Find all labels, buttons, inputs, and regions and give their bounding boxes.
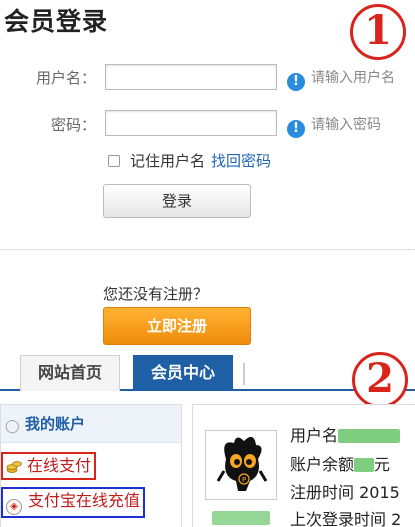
redacted-value	[338, 429, 401, 443]
sidebar-item-alipay-recharge[interactable]: ◈ 支付宝在线充值	[1, 487, 146, 518]
sidebar-item-label: 支付宝在线充值	[28, 491, 141, 510]
account-username-row: 用户名	[290, 422, 401, 446]
login-button[interactable]: 登录	[103, 184, 251, 218]
svg-text:P: P	[242, 476, 246, 484]
annotation-badge-1: 1	[350, 4, 406, 60]
account-register-time-value: 2015	[359, 483, 400, 502]
tab-separator	[243, 363, 245, 385]
account-register-time-label: 注册时间	[290, 483, 355, 502]
redacted-display-name	[212, 511, 270, 525]
remember-row: 记住用户名 找回密码	[108, 150, 271, 171]
account-username-label: 用户名	[290, 426, 339, 445]
account-last-login-value: 2	[391, 510, 402, 527]
no-account-text: 您还没有注册？	[103, 285, 209, 303]
password-label: 密码：	[50, 116, 96, 134]
account-balance-row: 账户余额元	[290, 451, 390, 475]
divider	[0, 249, 415, 250]
avatar-character-icon: P	[216, 436, 268, 491]
info-icon: !	[287, 73, 305, 91]
account-register-time-row: 注册时间 2015	[290, 479, 400, 503]
account-balance-label: 账户余额	[290, 455, 355, 474]
remember-label[interactable]: 记住用户名	[130, 152, 205, 170]
account-last-login-label: 上次登录时间	[290, 510, 387, 527]
sidebar-heading: ◯ 我的账户	[1, 405, 181, 443]
sidebar-heading-text: 我的账户	[25, 415, 86, 433]
remember-checkbox[interactable]	[108, 155, 120, 167]
username-label: 用户名：	[35, 69, 96, 87]
password-input[interactable]	[105, 110, 277, 136]
account-last-login-row: 上次登录时间 2	[290, 506, 401, 527]
person-icon: ◯	[5, 419, 20, 434]
page-title: 会员登录	[4, 7, 109, 36]
username-hint-text: 请输入用户名	[311, 70, 395, 86]
username-input[interactable]	[105, 64, 277, 90]
password-hint-text: 请输入密码	[311, 117, 381, 133]
tab-member-center[interactable]: 会员中心	[133, 355, 233, 391]
username-hint: ! 请输入用户名	[287, 67, 395, 91]
tab-home[interactable]: 网站首页	[20, 355, 120, 391]
avatar: P	[205, 430, 277, 500]
password-hint: ! 请输入密码	[287, 114, 381, 138]
sidebar-item-label: 在线支付	[27, 456, 92, 475]
coins-icon	[6, 461, 22, 473]
sidebar-item-online-payment[interactable]: 在线支付	[1, 452, 97, 480]
info-icon: !	[287, 120, 305, 138]
account-balance-unit: 元	[374, 455, 391, 474]
alipay-icon: ◈	[6, 499, 22, 515]
forgot-password-link[interactable]: 找回密码	[211, 152, 271, 170]
register-button[interactable]: 立即注册	[103, 307, 251, 345]
redacted-value	[354, 458, 375, 472]
annotation-badge-2: 2	[352, 352, 408, 408]
